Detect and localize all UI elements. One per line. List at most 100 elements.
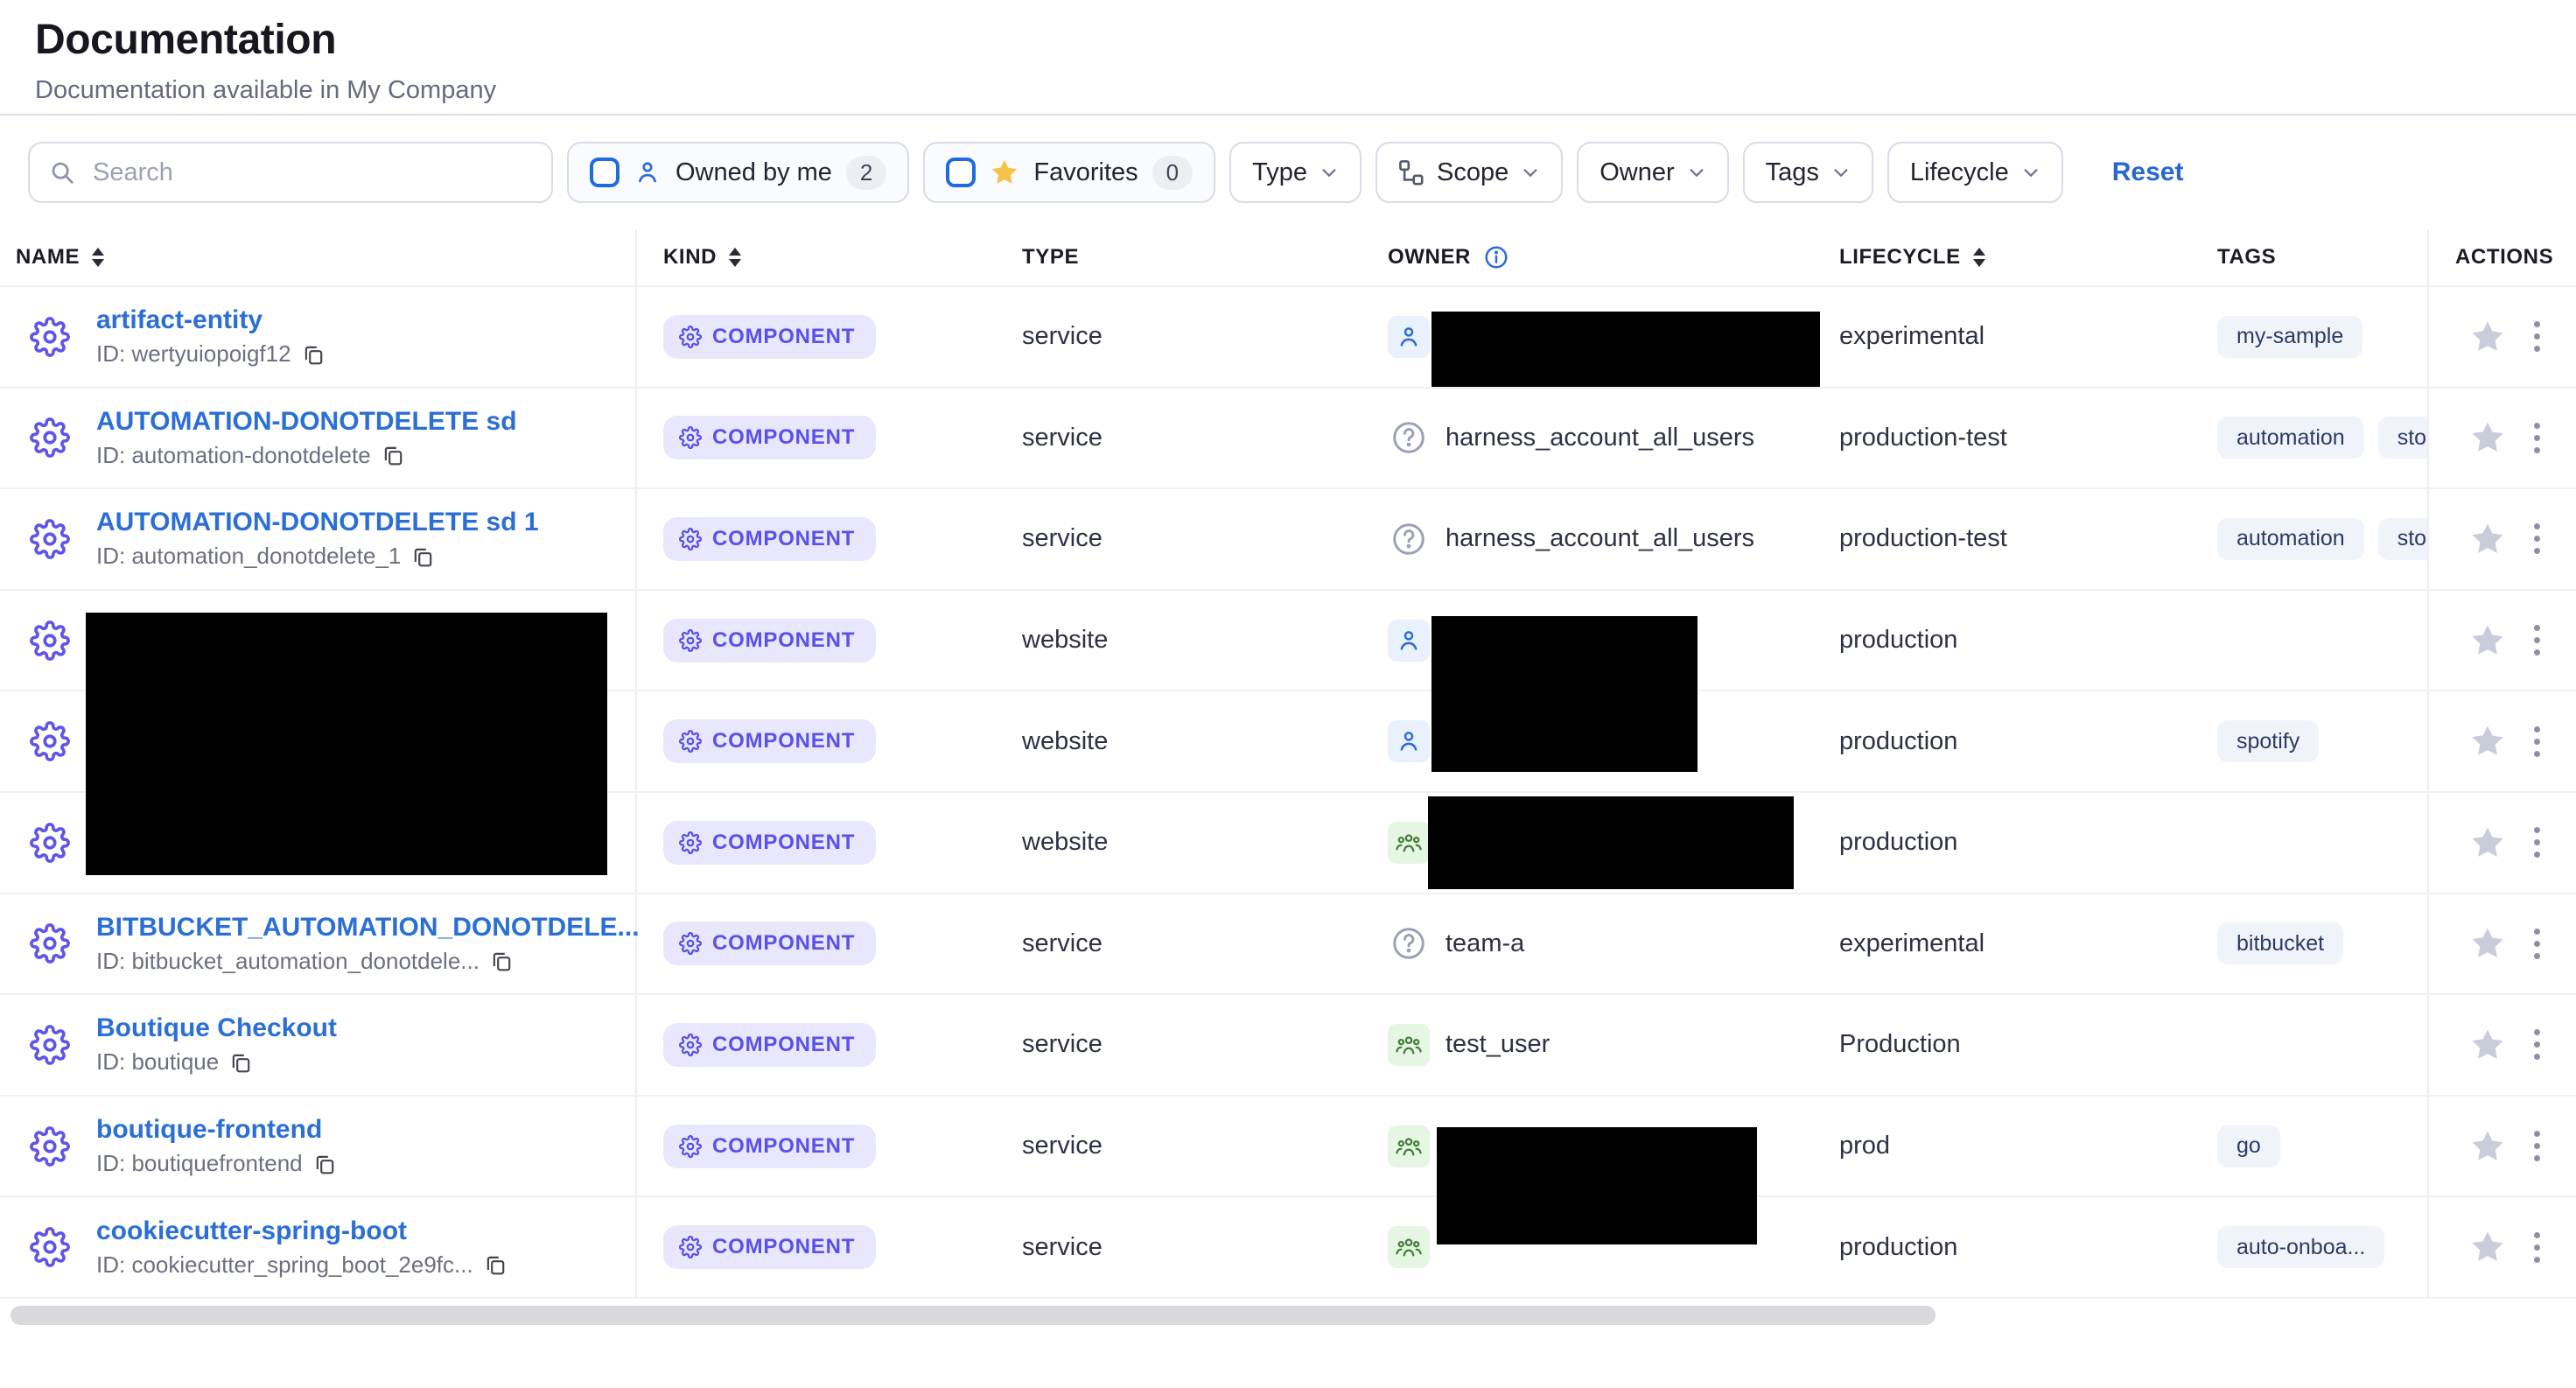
lifecycle-cell: prod — [1839, 1097, 2217, 1196]
type-filter-dropdown[interactable]: Type — [1229, 142, 1362, 203]
type-value: service — [1022, 1030, 1102, 1059]
redaction-box — [1437, 1127, 1757, 1244]
type-value: service — [1022, 524, 1102, 553]
favorites-checkbox[interactable] — [946, 158, 976, 187]
favorite-star-icon[interactable] — [2469, 925, 2506, 962]
copy-id-icon[interactable] — [490, 950, 513, 972]
gear-icon — [679, 326, 702, 348]
more-actions-kebab-icon[interactable] — [2529, 1227, 2545, 1268]
copy-id-icon[interactable] — [411, 545, 434, 568]
name-cell: cookiecutter-spring-bootID: cookiecutter… — [0, 1197, 637, 1297]
lifecycle-value: production — [1839, 828, 1957, 857]
owned-by-me-count: 2 — [846, 156, 886, 190]
column-header-actions: ACTIONS — [2427, 229, 2576, 285]
entity-name-link[interactable]: boutique-frontend — [96, 1115, 336, 1145]
owned-by-me-filter[interactable]: Owned by me 2 — [567, 142, 909, 203]
horizontal-scrollbar-thumb[interactable] — [10, 1306, 1936, 1325]
column-header-tags: TAGS — [2217, 229, 2427, 285]
more-actions-kebab-icon[interactable] — [2529, 822, 2545, 863]
entity-name-link[interactable]: BITBUCKET_AUTOMATION_DONOTDELE... — [96, 913, 635, 943]
owner-unknown-icon — [1388, 417, 1430, 459]
tag-chip[interactable]: stor — [2378, 417, 2427, 459]
copy-id-icon[interactable] — [302, 343, 325, 366]
favorite-star-icon[interactable] — [2469, 1027, 2506, 1063]
type-dropdown-label: Type — [1252, 158, 1307, 187]
tag-chip[interactable]: my-sample — [2217, 316, 2362, 358]
lifecycle-value: production — [1839, 626, 1957, 655]
copy-id-icon[interactable] — [229, 1051, 252, 1074]
owner-name: test_user — [1446, 1030, 1550, 1059]
entity-name-link[interactable]: cookiecutter-spring-boot — [96, 1216, 507, 1246]
owner-filter-dropdown[interactable]: Owner — [1577, 142, 1728, 203]
tags-filter-dropdown[interactable]: Tags — [1743, 142, 1873, 203]
column-header-name[interactable]: NAME — [0, 229, 637, 285]
owner-group-icon — [1388, 1226, 1430, 1268]
lifecycle-filter-dropdown[interactable]: Lifecycle — [1887, 142, 2063, 203]
owner-unknown-icon — [1388, 922, 1430, 964]
more-actions-kebab-icon[interactable] — [2529, 721, 2545, 762]
component-gear-icon — [30, 316, 72, 358]
kind-chip-label: COMPONENT — [712, 325, 855, 349]
kind-chip[interactable]: COMPONENT — [663, 821, 876, 865]
favorite-star-icon[interactable] — [2469, 1229, 2506, 1265]
copy-id-icon[interactable] — [484, 1253, 507, 1276]
kind-chip[interactable]: COMPONENT — [663, 922, 876, 965]
sort-icon — [1973, 248, 1985, 267]
tag-chip[interactable]: spotify — [2217, 720, 2319, 762]
kind-chip[interactable]: COMPONENT — [663, 1125, 876, 1168]
lifecycle-dropdown-label: Lifecycle — [1910, 158, 2009, 187]
more-actions-kebab-icon[interactable] — [2529, 1125, 2545, 1167]
more-actions-kebab-icon[interactable] — [2529, 620, 2545, 661]
table-header-row: NAME KIND TYPE OWNER LIFECYCLE TAGS ACTI… — [0, 229, 2576, 287]
favorite-star-icon[interactable] — [2469, 622, 2506, 659]
owned-by-me-checkbox[interactable] — [590, 158, 620, 187]
more-actions-kebab-icon[interactable] — [2529, 518, 2545, 559]
favorite-star-icon[interactable] — [2469, 521, 2506, 557]
entity-name-link[interactable]: AUTOMATION-DONOTDELETE sd 1 — [96, 508, 539, 537]
entity-name-link[interactable]: Boutique Checkout — [96, 1013, 337, 1043]
name-cell: boutique-frontendID: boutiquefrontend — [0, 1097, 637, 1196]
actions-cell — [2427, 894, 2576, 994]
gear-icon — [679, 426, 702, 449]
entity-name-block: Boutique Checkout ID: boutique — [96, 1013, 337, 1076]
tag-chip[interactable]: automation — [2217, 518, 2364, 560]
kind-chip[interactable]: COMPONENT — [663, 1023, 876, 1067]
tag-chip[interactable]: stor — [2378, 518, 2427, 560]
entity-id: ID: boutique — [96, 1048, 337, 1076]
reset-filters-link[interactable]: Reset — [2112, 158, 2184, 187]
favorite-star-icon[interactable] — [2469, 723, 2506, 760]
tag-chip[interactable]: go — [2217, 1125, 2280, 1167]
tag-chip[interactable]: auto-onboa... — [2217, 1226, 2384, 1268]
search-input[interactable] — [89, 157, 532, 189]
entity-name-block: AUTOMATION-DONOTDELETE sd 1ID: automatio… — [96, 508, 539, 570]
tag-chip[interactable]: automation — [2217, 417, 2364, 459]
column-header-kind[interactable]: KIND — [637, 229, 1022, 285]
kind-chip[interactable]: COMPONENT — [663, 315, 876, 359]
favorites-filter[interactable]: Favorites 0 — [923, 142, 1215, 203]
kind-chip[interactable]: COMPONENT — [663, 619, 876, 662]
gear-icon — [679, 932, 702, 955]
entity-name-link[interactable]: artifact-entity — [96, 305, 325, 335]
kind-chip[interactable]: COMPONENT — [663, 416, 876, 459]
favorite-star-icon[interactable] — [2469, 319, 2506, 355]
favorite-star-icon[interactable] — [2469, 1128, 2506, 1165]
lifecycle-value: production-test — [1839, 424, 2007, 452]
copy-id-icon[interactable] — [382, 444, 404, 466]
name-cell: AUTOMATION-DONOTDELETE sd 1ID: automatio… — [0, 489, 637, 589]
copy-id-icon[interactable] — [313, 1153, 336, 1175]
favorite-star-icon[interactable] — [2469, 824, 2506, 861]
kind-chip[interactable]: COMPONENT — [663, 719, 876, 763]
more-actions-kebab-icon[interactable] — [2529, 923, 2545, 964]
kind-chip[interactable]: COMPONENT — [663, 517, 876, 561]
info-icon[interactable] — [1483, 244, 1509, 270]
more-actions-kebab-icon[interactable] — [2529, 316, 2545, 357]
column-header-owner: OWNER — [1388, 229, 1839, 285]
more-actions-kebab-icon[interactable] — [2529, 417, 2545, 459]
more-actions-kebab-icon[interactable] — [2529, 1024, 2545, 1065]
scope-filter-dropdown[interactable]: Scope — [1376, 142, 1563, 203]
favorite-star-icon[interactable] — [2469, 419, 2506, 456]
entity-name-link[interactable]: AUTOMATION-DONOTDELETE sd — [96, 407, 517, 437]
kind-chip[interactable]: COMPONENT — [663, 1225, 876, 1269]
tag-chip[interactable]: bitbucket — [2217, 922, 2343, 964]
column-header-lifecycle[interactable]: LIFECYCLE — [1839, 229, 2217, 285]
